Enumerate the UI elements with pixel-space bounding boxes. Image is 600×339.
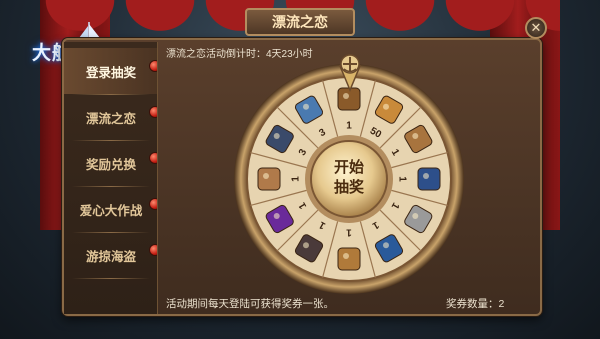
sidebar-item-drift-love[interactable]: 漂流之恋 [64, 94, 157, 140]
notification-dot-icon [149, 106, 157, 118]
close-icon: ✕ [530, 20, 542, 36]
sidebar-item-reward-exchange[interactable]: 奖励兑换 [64, 140, 157, 186]
sidebar: 登录抽奖 漂流之恋 奖励兑换 爱心大作战 游掠海盗 [64, 42, 158, 314]
pouch-icon [257, 167, 281, 191]
sidebar-item-label: 漂流之恋 [85, 110, 136, 126]
sidebar-item-label: 游掠海盗 [85, 248, 136, 264]
ticket-count: 奖券数量：2 [446, 296, 504, 311]
sidebar-item-label: 爱心大作战 [79, 202, 143, 218]
notification-dot-icon [149, 198, 157, 210]
ticket-count-label: 奖券数量： [446, 298, 499, 310]
panel-title: 漂流之恋 [245, 8, 355, 36]
prize-count-label: 1 [346, 121, 352, 132]
footer-tip: 活动期间每天登陆可获得奖券一张。 [166, 298, 334, 310]
panel-title-text: 漂流之恋 [272, 15, 328, 31]
start-button-line2: 抽奖 [333, 178, 364, 196]
notification-dot-icon [149, 60, 157, 72]
close-button[interactable]: ✕ [525, 17, 547, 39]
countdown-label: 漂流之恋活动倒计时： [166, 49, 266, 60]
ticket-count-value: 2 [498, 298, 505, 310]
prize-count-label: 1 [397, 176, 408, 182]
sidebar-item-label: 奖励兑换 [85, 156, 136, 172]
sidebar-item-love-battle[interactable]: 爱心大作战 [64, 186, 157, 232]
divider [72, 278, 150, 279]
sidebar-item-pirate-raid[interactable]: 游掠海盗 [64, 232, 157, 278]
notification-dot-icon [149, 244, 157, 256]
start-draw-button[interactable]: 开始 抽奖 [311, 139, 387, 215]
sidebar-item-label: 登录抽奖 [85, 64, 136, 80]
prize-count-label: 1 [346, 227, 352, 238]
box-icon [337, 247, 361, 271]
countdown-value: 4天23小时 [266, 49, 313, 60]
sidebar-item-login-draw[interactable]: 登录抽奖 [64, 48, 157, 94]
book-icon [417, 167, 441, 191]
notification-dot-icon [149, 152, 157, 164]
prize-count-label: 1 [291, 176, 302, 182]
start-button-line1: 开始 [333, 158, 364, 176]
wheel-pointer-icon [338, 54, 362, 92]
countdown-text: 漂流之恋活动倒计时：4天23小时 [166, 45, 313, 60]
